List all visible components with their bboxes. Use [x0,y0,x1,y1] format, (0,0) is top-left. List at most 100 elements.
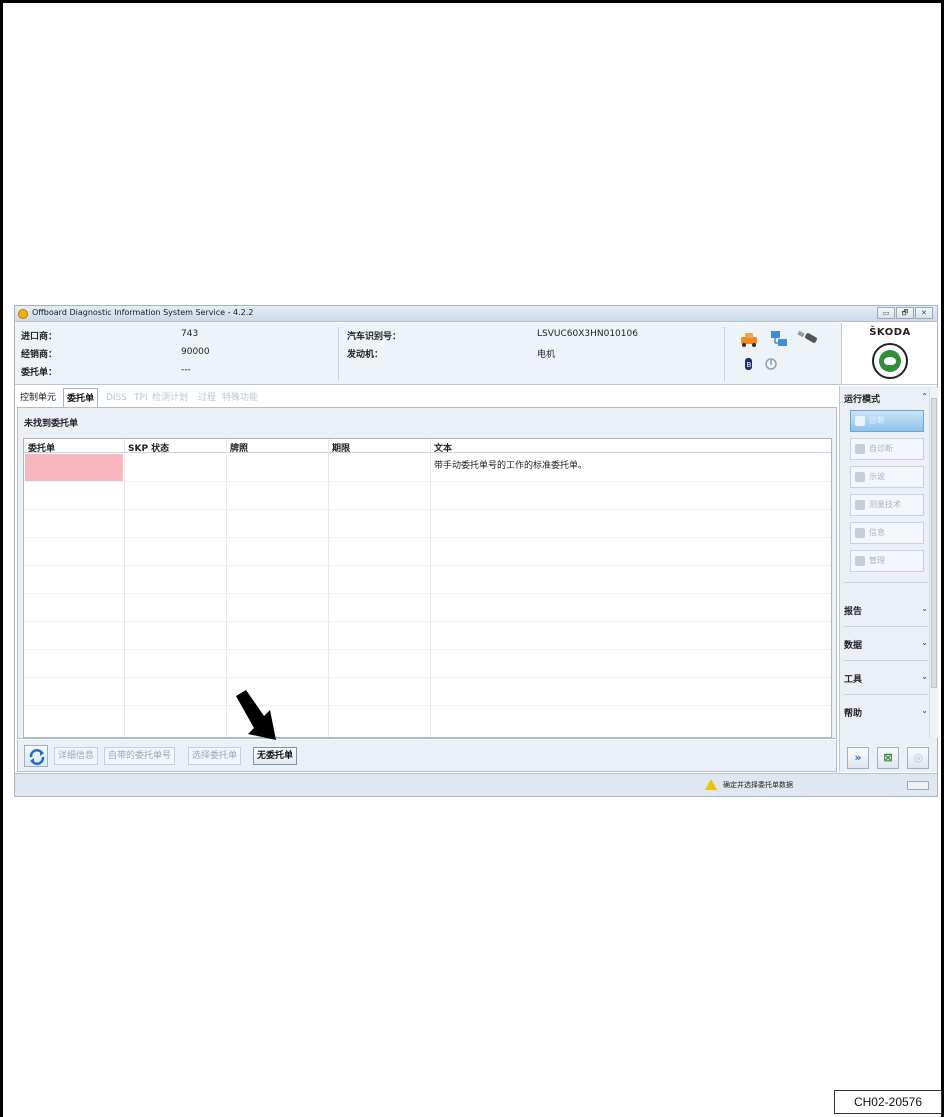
warning-icon [705,779,717,790]
data-label: 数据 [844,641,863,651]
help-label: 帮助 [844,709,863,719]
tab-control-units[interactable]: 控制单元 [17,388,59,408]
restore-button[interactable]: 🗗 [896,307,914,319]
chevron-up-icon: ⌃ [921,392,928,401]
report-section[interactable]: 报告 ⌄ [844,604,928,617]
screenshot-icon: ⊠ [883,751,893,764]
main-tabs: 控制单元 委托单 DISS TPI 检测计划 过程 特殊功能 [17,388,837,408]
engine-value: 电机 [537,350,556,360]
minimize-button[interactable]: ▭ [877,307,895,319]
brand-logo-box: ŠKODA [841,323,937,385]
connection-icons: B [731,327,837,381]
column-header-license-plate[interactable]: 牌照 [230,441,248,454]
odis-window: Offboard Diagnostic Information System S… [14,305,938,797]
tools-section[interactable]: 工具 ⌄ [844,672,928,685]
action-bar: 详细信息 自带的委托单号 选择委托单 无委托单 [17,740,837,772]
dealer-label: 经销商： [21,350,58,360]
chevron-down-icon: ⌄ [921,604,928,613]
self-diagnosis-button[interactable]: 自诊断 [850,438,924,460]
chevron-down-icon: ⌄ [921,706,928,715]
run-mode-label: 运行模式 [844,395,881,405]
measurement-icon [855,500,865,510]
order-label: 委托单： [21,368,58,378]
measurement-label: 测量技术 [869,500,901,509]
figure-id: CH02-20576 [834,1090,942,1114]
diagnosis-button[interactable]: 诊断 [850,410,924,432]
sidebar-scrollbar[interactable] [929,388,938,738]
help-section[interactable]: 帮助 ⌄ [844,706,928,719]
run-mode-section[interactable]: 运行模式 ⌃ [844,392,928,405]
tab-special-functions[interactable]: 特殊功能 [219,388,261,408]
tab-diss[interactable]: DISS [103,388,130,408]
brand-name: ŠKODA [869,327,911,338]
network-icon [771,331,787,346]
vas-interface-icon [797,330,817,343]
admin-icon [855,556,865,566]
refresh-button[interactable] [24,745,48,767]
power-icon: ◎ [913,751,923,764]
column-header-text[interactable]: 文本 [434,441,452,454]
data-section[interactable]: 数据 ⌄ [844,638,928,651]
tab-orders[interactable]: 委托单 [63,388,99,408]
tab-tpi[interactable]: TPI [131,388,151,408]
status-icons: B [741,330,817,370]
exit-button[interactable]: ◎ [907,747,929,769]
chevron-down-icon: ⌄ [921,672,928,681]
svg-text:B: B [747,361,752,369]
status-bar: 确定并选择委托单数据 [15,773,937,796]
chevron-down-icon: ⌄ [921,638,928,647]
importer-label: 进口商： [21,332,58,342]
info-icon [855,528,865,538]
info-label: 信息 [869,528,885,537]
window-title: Offboard Diagnostic Information System S… [32,308,254,317]
self-diagnosis-icon [855,444,865,454]
oscilloscope-label: 示波 [869,472,885,481]
column-header-order[interactable]: 委托单 [28,441,55,454]
own-order-number-button[interactable]: 自带的委托单号 [104,747,176,765]
double-chevron-right-icon: » [854,751,862,764]
tab-process[interactable]: 过程 [195,388,219,408]
screenshot-button[interactable]: ⊠ [877,747,899,769]
table-header: 委托单 SKP 状态 牌照 期限 文本 [24,439,831,454]
not-found-message: 未找到委托单 [24,419,79,429]
status-message: 确定并选择委托单数据 [723,781,793,789]
dealer-value: 90000 [181,347,210,357]
report-label: 报告 [844,607,863,617]
info-button[interactable]: 信息 [850,522,924,544]
order-input-cell[interactable] [25,454,123,481]
right-sidebar: 运行模式 ⌃ 诊断 自诊断 示波 测量技术 信息 管理 报告 ⌄ 数据 ⌄ 工具 ⌄ 帮… [839,386,937,772]
vin-label: 汽车识别号： [347,332,402,342]
tab-test-plan[interactable]: 检测计划 [149,388,191,408]
importer-value: 743 [181,329,199,339]
title-bar: Offboard Diagnostic Information System S… [15,306,937,322]
status-indicator-icon [907,781,929,790]
vehicle-info-bar: 进口商： 743 经销商： 90000 委托单： --- 汽车识别号： LSVU… [15,323,841,385]
close-button[interactable]: ✕ [915,307,933,319]
bluetooth-icon: B [745,358,752,370]
app-icon [18,309,28,319]
forward-button[interactable]: » [847,747,869,769]
column-header-skp-status[interactable]: SKP 状态 [128,441,169,454]
scrollbar-thumb[interactable] [931,398,937,688]
vin-value: LSVUC60X3HN010106 [537,329,638,339]
diagnosis-label: 诊断 [869,416,885,425]
diagnosis-icon [855,416,865,426]
column-header-deadline[interactable]: 期限 [332,441,350,454]
skoda-logo-icon [872,343,908,379]
refresh-icon [29,749,45,765]
details-button[interactable]: 详细信息 [54,747,99,765]
self-diagnosis-label: 自诊断 [869,444,893,453]
engine-label: 发动机： [347,350,384,360]
battery-status-icon [765,358,777,370]
orders-table: 委托单 SKP 状态 牌照 期限 文本 带手动委托单号的工作的标准委托单。 [23,438,832,738]
oscilloscope-button[interactable]: 示波 [850,466,924,488]
table-row-text[interactable]: 带手动委托单号的工作的标准委托单。 [434,458,587,471]
admin-button[interactable]: 管理 [850,550,924,572]
tools-label: 工具 [844,675,863,685]
oscilloscope-icon [855,472,865,482]
down-arrow-callout-icon [236,690,276,740]
admin-label: 管理 [869,556,885,565]
order-value: --- [181,365,191,375]
measurement-button[interactable]: 测量技术 [850,494,924,516]
orders-panel: 未找到委托单 委托单 SKP 状态 牌照 期限 文本 带手动委托单号的工作的标准… [17,407,837,739]
